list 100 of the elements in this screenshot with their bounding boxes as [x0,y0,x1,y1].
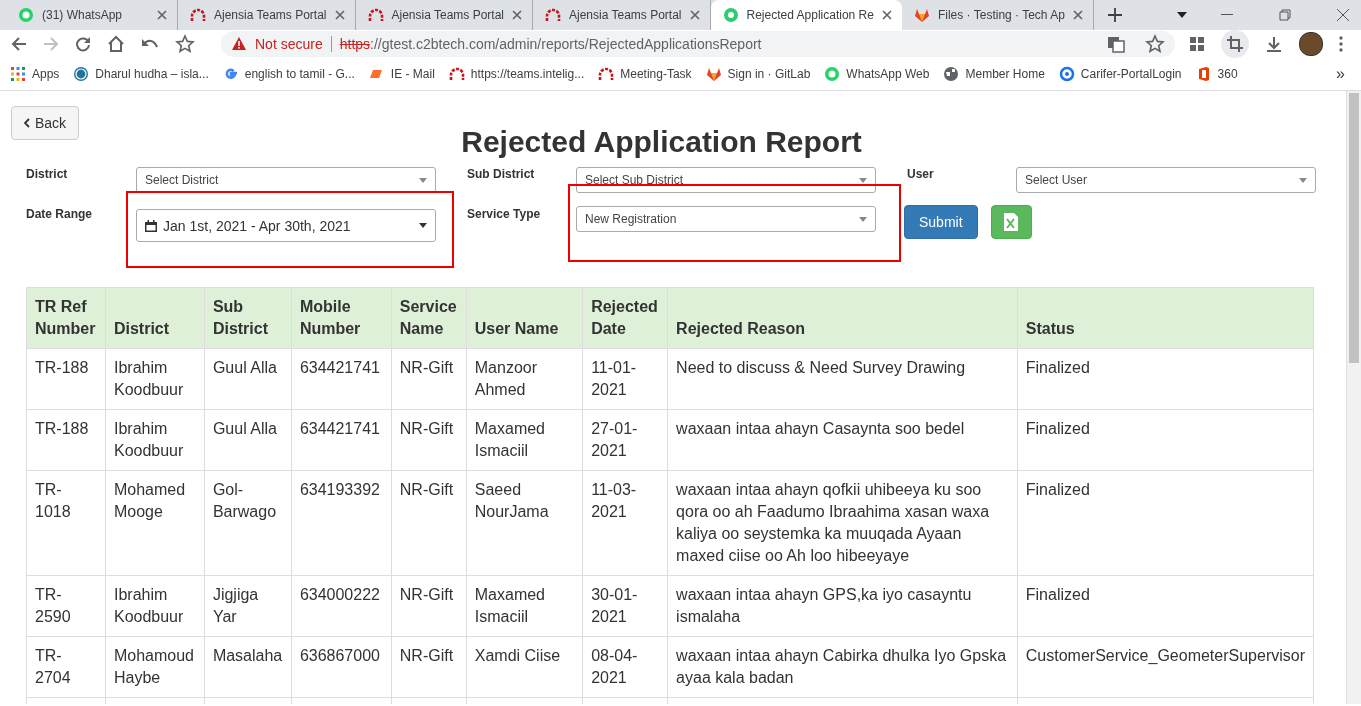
table-cell: Guul Alla [204,348,292,410]
close-icon[interactable] [512,10,522,20]
reload-icon[interactable] [75,36,91,52]
bookmark-label: https://teams.intelig... [470,67,585,81]
table-cell: 11-03-2021 [582,470,668,576]
more-bookmarks-button[interactable]: » [1336,65,1345,83]
column-header: Service Name [391,287,467,349]
select-field[interactable]: Select District [136,167,436,193]
table-cell: Mohamed Mooge [105,470,205,576]
download-icon[interactable] [1265,35,1283,53]
table-cell: NR-Gift [391,575,467,637]
close-icon[interactable] [689,10,700,20]
close-icon[interactable] [881,10,892,20]
bookmark-label: IE - Mail [390,67,435,81]
tab-title: (31) WhatsApp [42,8,124,22]
select-field[interactable]: Select User [1016,167,1316,193]
bookmark[interactable]: Dharul hudha – isla... [73,66,209,82]
caret-icon [859,216,867,222]
calendar-icon [145,219,157,232]
spreadsheet-icon [1004,213,1019,231]
minimize-icon[interactable] [1221,14,1233,16]
table-cell: 634421741 [291,409,392,471]
table-cell: 27-01-2021 [582,409,668,471]
restore-icon[interactable] [1279,9,1291,21]
excel-export-button[interactable] [990,205,1032,239]
home-icon[interactable] [107,35,125,53]
chat-icon [18,7,34,23]
column-header: Sub District [204,287,292,349]
bookmark[interactable]: WhatsApp Web [824,66,930,82]
table-cell: Ibrahim Koodbuur [105,575,205,637]
bookmark[interactable]: 360 [1195,66,1238,82]
close-icon[interactable] [1337,9,1349,21]
column-header: District [105,287,205,349]
back-icon[interactable] [11,36,27,52]
table-cell: 30-01-2021 [582,575,668,637]
apps-icon [10,66,26,82]
table-cell: NR-Gift [391,348,467,410]
select-field[interactable]: Select Sub District [576,167,876,193]
date-range-picker[interactable]: Jan 1st, 2021 - Apr 30th, 2021 [136,209,436,242]
table-cell: NR-Gift [391,636,467,698]
star-icon[interactable] [1145,34,1165,54]
table-cell: TR-188 [26,348,106,410]
arch-icon [545,7,561,23]
bookmark-label: Dharul hudha – isla... [95,67,209,81]
field-label: Service Type [466,206,542,221]
close-icon[interactable] [157,10,167,20]
table-cell: Jigjiga Yar [204,575,292,637]
close-icon[interactable] [334,10,345,20]
select-field[interactable]: New Registration [576,206,876,232]
translate-icon[interactable] [1107,35,1125,53]
close-icon[interactable] [1072,10,1083,20]
field-label: User [906,166,935,181]
table-cell: Manzoor Ahmed [466,348,583,410]
column-header: Rejected Date [582,287,668,349]
arch-icon [598,66,615,82]
url-text: https://gtest.c2btech.com/admin/reports/RejectedApplicationsReport [339,36,763,52]
table-cell: Masalaha [204,636,292,698]
table-cell: Finalized [1017,470,1314,576]
bookmark-label: english to tamil - G... [244,67,355,81]
table-cell: waxaan intaa ahayn Cabirka dhulka Iyo Gpska ayaa kala badan [667,636,1018,698]
tab-title: Rejected Application Re [746,8,874,22]
bookmark-label: Sign in · GitLab [727,67,811,81]
bookmark[interactable]: Meeting-Task [598,66,692,82]
field-label: Sub District [466,166,536,181]
table-cell: Ibrahim Koodbuur [105,409,205,471]
scrollbar[interactable] [1346,91,1361,704]
table-cell: Maxamed Ismaciil [466,409,583,471]
bookmark[interactable]: Member Home [943,66,1045,82]
arch-icon [190,7,206,23]
crop-icon[interactable] [1221,30,1249,58]
menu-icon[interactable] [1339,36,1343,52]
table-cell: waxaan intaa ahayn Casaynta soo bedel [667,409,1018,471]
table-cell: waxaan intaa ahayn GPS,ka iyo casayntu ismalaha [667,575,1018,637]
tab-search-icon[interactable] [1177,12,1187,18]
avatar[interactable] [1299,32,1323,56]
bookmark-label: Carifer-PortalLogin [1080,67,1182,81]
field-label: Date Range [26,206,94,221]
new-tab-icon[interactable] [1107,8,1122,22]
bookmark[interactable]: https://teams.intelig... [448,66,585,82]
submit-button[interactable]: Submit [904,205,978,239]
tab-title: Ajensia Teams Portal [391,8,504,22]
back-button[interactable]: Back [11,106,80,140]
star-icon[interactable] [175,34,195,54]
bookmark[interactable]: IE - Mail [368,66,435,82]
address-bar[interactable]: Not secure https://gtest.c2btech.com/admin/reports/RejectedApplicationsReport [221,31,1175,57]
arch-icon [367,7,384,23]
bookmark-label: Member Home [965,67,1045,81]
bookmark[interactable]: english to tamil - G... [222,66,355,82]
extensions-icon[interactable] [1189,36,1205,52]
table-cell: Guul Alla [204,409,292,471]
browser-tab[interactable]: Rejected Application Re [710,0,902,30]
table-cell: Finalized [1017,409,1314,471]
bookmark[interactable]: Sign in · GitLab [705,66,811,82]
bookmark[interactable]: Carifer-PortalLogin [1058,66,1182,82]
security-label: Not secure [255,36,323,52]
bookmark[interactable]: Apps [10,66,60,82]
column-header: Status [1017,287,1314,349]
chat-icon [824,66,841,82]
table-cell: 636867000 [291,636,392,698]
column-header: TR Ref Number [26,287,106,349]
